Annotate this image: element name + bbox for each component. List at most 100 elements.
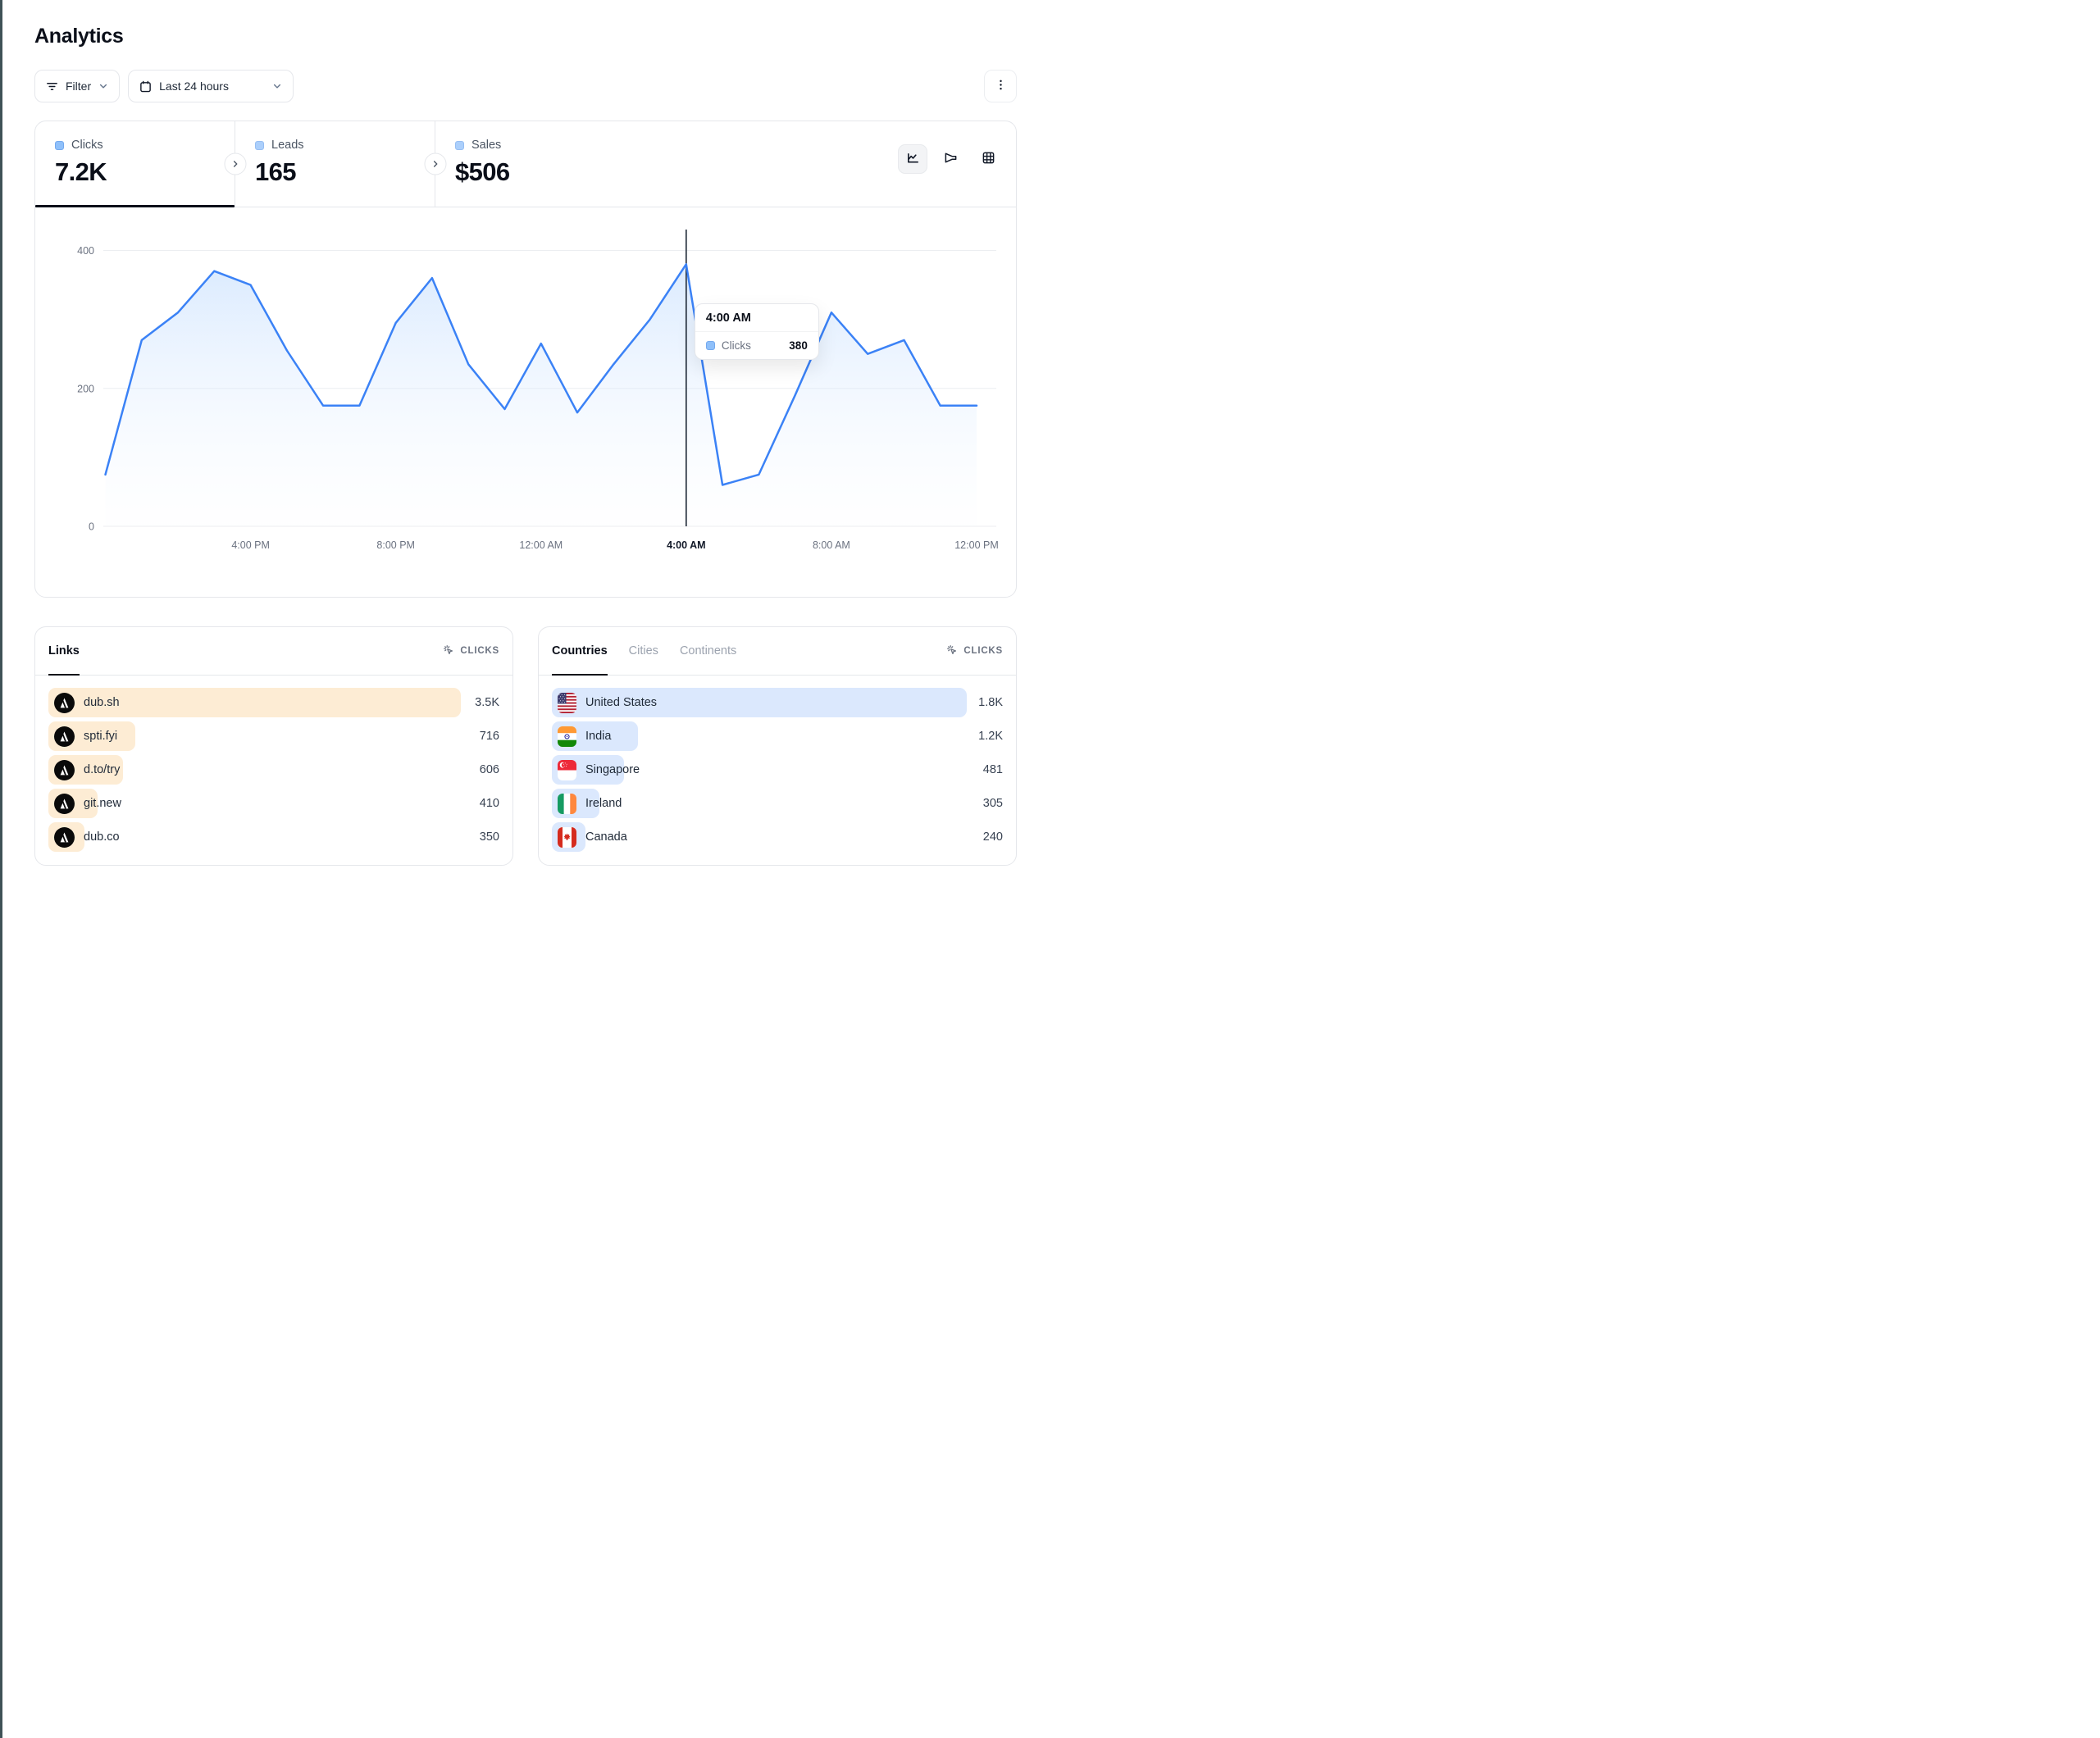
link-row[interactable]: dub.sh 3.5K: [48, 688, 499, 717]
chevron-down-icon: [98, 81, 108, 91]
country-label: Ireland: [585, 797, 622, 810]
flag-india-icon: [558, 726, 576, 747]
country-value: 1.2K: [978, 730, 1003, 743]
table-grid-icon: [982, 151, 995, 167]
link-value: 716: [480, 730, 499, 743]
stat-value-leads: 165: [255, 157, 435, 187]
countries-metric-header[interactable]: CLICKS: [946, 644, 1003, 658]
filter-button-label: Filter: [66, 80, 91, 93]
country-value: 1.8K: [978, 696, 1003, 709]
dub-logo-icon: [54, 794, 75, 814]
leads-legend-swatch: [255, 141, 264, 150]
tooltip-series-swatch: [706, 341, 715, 350]
sales-legend-swatch: [455, 141, 464, 150]
links-panel: Links CLICKS: [34, 626, 513, 866]
page-title: Analytics: [34, 25, 1017, 48]
link-value: 3.5K: [475, 696, 499, 709]
filter-icon: [46, 80, 58, 93]
links-metric-header[interactable]: CLICKS: [443, 644, 499, 658]
link-row[interactable]: dub.co 350: [48, 822, 499, 852]
country-value: 481: [983, 763, 1003, 776]
dub-logo-icon: [54, 827, 75, 848]
date-range-button[interactable]: Last 24 hours: [128, 70, 294, 102]
country-row[interactable]: India 1.2K: [552, 721, 1003, 751]
link-value: 606: [480, 763, 499, 776]
country-label: Canada: [585, 830, 627, 844]
link-value: 350: [480, 830, 499, 844]
line-chart-view-button[interactable]: [898, 144, 927, 174]
analytics-page: Analytics Filter Last 24 hours: [34, 0, 1017, 899]
tab-continents[interactable]: Continents: [680, 627, 736, 675]
line-chart-icon: [906, 151, 920, 167]
stat-label: Leads: [271, 139, 304, 152]
tooltip-series-label: Clicks: [722, 339, 782, 352]
link-label: dub.co: [84, 830, 120, 844]
country-row[interactable]: Singapore 481: [552, 755, 1003, 785]
clicks-chart-region[interactable]: 02004004:00 PM8:00 PM12:00 AM4:00 AM8:00…: [35, 207, 1016, 597]
analytics-chart-card: Clicks 7.2K Leads 165: [34, 121, 1017, 598]
funnel-view-button[interactable]: [936, 144, 965, 174]
tab-cities[interactable]: Cities: [629, 627, 658, 675]
dub-logo-icon: [54, 760, 75, 780]
link-label: git.new: [84, 797, 121, 810]
x-axis-tick-label: 8:00 PM: [376, 539, 415, 551]
country-label: India: [585, 730, 611, 743]
link-row[interactable]: d.to/try 606: [48, 755, 499, 785]
kebab-vertical-icon: [995, 79, 1007, 93]
funnel-icon: [944, 151, 958, 167]
link-row[interactable]: spti.fyi 716: [48, 721, 499, 751]
x-axis-tick-label: 12:00 AM: [519, 539, 563, 551]
dub-logo-icon: [54, 693, 75, 713]
link-row[interactable]: git.new 410: [48, 789, 499, 818]
country-label: United States: [585, 696, 657, 709]
more-options-button[interactable]: [984, 70, 1017, 102]
country-label: Singapore: [585, 763, 640, 776]
calendar-icon: [139, 80, 152, 93]
stats-tabs-row: Clicks 7.2K Leads 165: [35, 121, 1016, 207]
links-metric-label: CLICKS: [460, 646, 499, 656]
stat-tab-leads[interactable]: Leads 165: [235, 121, 435, 207]
flag-ireland-icon: [558, 794, 576, 814]
flag-singapore-icon: [558, 760, 576, 780]
countries-panel: Countries Cities Continents CLICKS: [538, 626, 1017, 866]
flag-united-states-icon: [558, 693, 576, 713]
leaderboards: Links CLICKS: [34, 626, 1017, 866]
flag-canada-icon: [558, 827, 576, 848]
date-range-label: Last 24 hours: [159, 80, 229, 93]
table-view-button[interactable]: [973, 144, 1003, 174]
y-axis-tick-label: 400: [77, 245, 94, 257]
clicks-legend-swatch: [55, 141, 64, 150]
country-row[interactable]: Canada 240: [552, 822, 1003, 852]
expand-stat-button[interactable]: [424, 153, 446, 175]
link-label: dub.sh: [84, 696, 120, 709]
area-fill: [106, 264, 977, 526]
link-label: spti.fyi: [84, 730, 117, 743]
chevron-down-icon: [272, 81, 282, 91]
stat-label: Clicks: [71, 139, 103, 152]
chart-type-switcher: [898, 144, 1003, 174]
stat-tab-clicks[interactable]: Clicks 7.2K: [35, 121, 235, 207]
chart-tooltip: 4:00 AM Clicks 380: [695, 303, 819, 360]
tab-links[interactable]: Links: [48, 627, 80, 675]
y-axis-tick-label: 200: [77, 383, 94, 394]
link-label: d.to/try: [84, 763, 120, 776]
stat-label: Sales: [471, 139, 501, 152]
clicks-area-chart[interactable]: 02004004:00 PM8:00 PM12:00 AM4:00 AM8:00…: [35, 207, 1018, 597]
filter-button[interactable]: Filter: [34, 70, 120, 102]
country-value: 240: [983, 830, 1003, 844]
countries-metric-label: CLICKS: [963, 646, 1003, 656]
x-axis-tick-label: 8:00 AM: [813, 539, 850, 551]
toolbar: Filter Last 24 hours: [34, 70, 1017, 102]
expand-stat-button[interactable]: [224, 153, 246, 175]
cursor-click-icon: [443, 644, 454, 658]
x-axis-tick-label: 4:00 PM: [231, 539, 270, 551]
country-value: 305: [983, 797, 1003, 810]
links-rows: dub.sh 3.5K spti.fyi 716 d: [35, 676, 512, 865]
stat-value-clicks: 7.2K: [55, 157, 235, 187]
country-row[interactable]: Ireland 305: [552, 789, 1003, 818]
tooltip-time: 4:00 AM: [695, 304, 818, 332]
tab-countries[interactable]: Countries: [552, 627, 608, 675]
country-row[interactable]: United States 1.8K: [552, 688, 1003, 717]
countries-rows: United States 1.8K India: [539, 676, 1016, 865]
link-value: 410: [480, 797, 499, 810]
